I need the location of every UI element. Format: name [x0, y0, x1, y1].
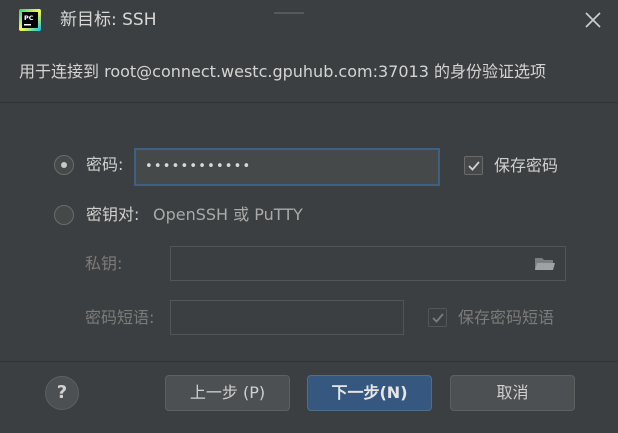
save-password-label: 保存密码 [494, 156, 559, 175]
password-value: •••••••••••• [145, 159, 252, 174]
passphrase-label: 密码短语: [85, 308, 155, 327]
checkmark-icon [432, 313, 444, 323]
connection-description: 用于连接到 root@connect.westc.gpuhub.com:3701… [19, 62, 546, 81]
password-label: 密码: [86, 155, 124, 174]
password-radio[interactable] [54, 155, 74, 175]
key-pair-hint: OpenSSH 或 PuTTY [153, 205, 303, 224]
app-icon-text: PC [24, 14, 34, 22]
close-icon[interactable] [583, 10, 603, 30]
auth-options-panel: 密码: •••••••••••• 保存密码 密钥对: OpenSSH 或 PuT… [0, 103, 618, 361]
back-button[interactable]: 上一步 (P) [165, 375, 290, 411]
save-password-checkbox[interactable] [464, 156, 483, 175]
key-pair-label: 密钥对: [86, 205, 140, 224]
dialog-header: 用于连接到 root@connect.westc.gpuhub.com:3701… [0, 40, 618, 103]
pycharm-icon: PC [19, 9, 41, 31]
ssh-target-dialog: PC 新目标: SSH 用于连接到 root@connect.westc.gpu… [0, 0, 618, 433]
password-input[interactable]: •••••••••••• [134, 148, 440, 186]
next-button[interactable]: 下一步(N) [307, 375, 432, 411]
save-passphrase-checkbox[interactable] [428, 308, 447, 327]
checkmark-icon [468, 161, 480, 171]
private-key-label: 私钥: [85, 254, 123, 273]
cancel-button[interactable]: 取消 [450, 375, 575, 411]
passphrase-input[interactable] [170, 300, 404, 335]
key-pair-radio[interactable] [54, 205, 74, 225]
folder-icon[interactable] [534, 256, 556, 272]
dialog-footer: ? 上一步 (P) 下一步(N) 取消 [0, 361, 618, 433]
drag-handle[interactable] [274, 0, 304, 14]
private-key-input[interactable] [170, 246, 566, 281]
title-bar[interactable]: PC 新目标: SSH [0, 0, 618, 40]
save-passphrase-label: 保存密码短语 [458, 308, 555, 327]
help-button[interactable]: ? [45, 376, 79, 410]
window-title: 新目标: SSH [60, 10, 157, 30]
